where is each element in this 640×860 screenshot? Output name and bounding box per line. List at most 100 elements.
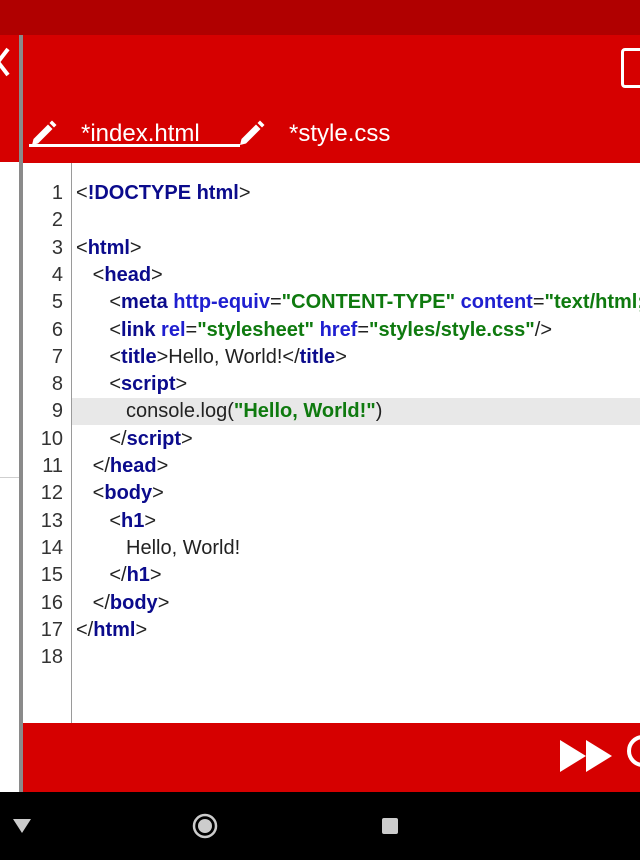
code-token: > [238, 182, 251, 204]
code-token: "styles/style.css" [369, 318, 535, 341]
code-token: "text/html; charset=UTF-8" [544, 291, 640, 314]
line-number: 7 [51, 345, 63, 368]
code-token: script [126, 427, 182, 450]
code-token: Hello, World! [76, 536, 241, 559]
code-text: <h1> [76, 508, 156, 535]
code-text: <link rel="stylesheet" href="styles/styl… [76, 317, 552, 344]
code-token: > [156, 455, 169, 477]
tab-index-html[interactable]: *index.html [29, 105, 240, 163]
line-number: 8 [51, 373, 63, 396]
line-number: 17 [40, 618, 63, 641]
code-line[interactable]: 12 <body> [23, 480, 640, 507]
bottom-toolbar [23, 723, 640, 792]
code-token: </ [76, 564, 127, 587]
code-line[interactable]: 18 [23, 644, 640, 671]
code-token: html [87, 236, 130, 259]
code-token: href [319, 318, 358, 341]
line-number: 15 [40, 564, 63, 587]
code-token: content [460, 291, 533, 314]
code-line[interactable]: 6 <link rel="stylesheet" href="styles/st… [23, 317, 640, 344]
code-token: http-equiv [173, 291, 270, 314]
code-line[interactable]: 15 </h1> [23, 562, 640, 589]
code-token: >Hello, World!</ [156, 345, 300, 368]
chevron-left-icon[interactable] [0, 45, 12, 79]
code-line[interactable]: 3 <html> [23, 235, 640, 262]
circle-icon[interactable] [627, 735, 640, 767]
code-line[interactable]: 10 </script> [23, 426, 640, 453]
code-line[interactable]: 11 </head> [23, 453, 640, 480]
line-number: 3 [51, 236, 63, 259]
code-token: "Hello, World!" [233, 400, 376, 423]
code-token: title [299, 345, 336, 368]
code-token: = [532, 291, 545, 314]
code-token: > [335, 345, 347, 368]
code-token: > [149, 564, 162, 587]
code-token: /> [534, 318, 553, 341]
home-button[interactable] [185, 792, 225, 860]
line-number: 4 [51, 263, 63, 286]
code-line[interactable]: 17 </html> [23, 617, 640, 644]
code-editor[interactable]: 1 <!DOCTYPE html> 2 3 <html> 4 <head> 5 <meta … [23, 163, 640, 723]
drawer-divider [0, 477, 20, 478]
left-drawer[interactable] [0, 35, 20, 792]
code-token: </ [76, 455, 110, 477]
code-text: <meta http-equiv="CONTENT-TYPE" content=… [76, 289, 640, 316]
code-token: </ [76, 618, 94, 641]
code-token: = [269, 291, 282, 314]
code-line[interactable]: 13 <h1> [23, 508, 640, 535]
line-number: 16 [40, 591, 63, 614]
code-line[interactable]: 1 <!DOCTYPE html> [23, 180, 640, 207]
code-token: script [121, 373, 176, 396]
tab-style-css[interactable]: *style.css [237, 105, 390, 163]
code-line[interactable]: 5 <meta http-equiv="CONTENT-TYPE" conten… [23, 289, 640, 316]
code-line[interactable]: 9 console.log("Hello, World!") [23, 398, 640, 425]
code-token: > [181, 427, 193, 450]
code-token: body [109, 591, 158, 614]
code-token: = [357, 318, 370, 341]
code-token: console.log( [76, 400, 234, 423]
menu-icon[interactable] [621, 48, 640, 88]
line-number: 9 [51, 400, 63, 423]
line-number: 11 [42, 455, 63, 477]
code-line[interactable]: 14 Hello, World! [23, 535, 640, 562]
line-number: 5 [51, 291, 63, 314]
code-token: html [93, 618, 136, 641]
fast-forward-icon[interactable] [560, 738, 614, 774]
active-tab-indicator [29, 144, 240, 147]
code-token: < [76, 373, 122, 396]
code-token: !DOCTYPE html [87, 182, 239, 204]
code-line[interactable]: 16 </body> [23, 590, 640, 617]
code-token: body [104, 482, 153, 505]
line-number: 18 [40, 646, 63, 669]
code-token: < [76, 345, 122, 368]
pencil-icon [240, 120, 265, 145]
back-button[interactable] [2, 792, 42, 860]
code-text: </html> [76, 617, 147, 644]
code-token: > [144, 509, 157, 532]
code-text: <!DOCTYPE html> [76, 180, 251, 207]
code-line[interactable]: 4 <head> [23, 262, 640, 289]
line-number: 14 [40, 536, 63, 559]
recents-button[interactable] [370, 792, 410, 860]
code-token: > [135, 618, 148, 641]
code-text: <head> [76, 262, 163, 289]
code-token: > [175, 373, 188, 396]
code-line[interactable]: 7 <title>Hello, World!</title> [23, 344, 640, 371]
recents-square-icon [382, 818, 398, 834]
code-token: > [129, 236, 142, 259]
code-line[interactable]: 2 [23, 207, 640, 234]
code-token: </ [76, 427, 127, 450]
code-token: > [151, 263, 163, 286]
code-token: ) [375, 400, 383, 423]
code-token: "CONTENT-TYPE" [281, 291, 456, 314]
code-line[interactable]: 8 <script> [23, 371, 640, 398]
code-text: <html> [76, 235, 142, 262]
code-token: < [76, 318, 122, 341]
code-text: </body> [76, 590, 170, 617]
code-token: title [121, 345, 157, 368]
code-token: "stylesheet" [197, 318, 314, 341]
code-token: < [76, 236, 88, 259]
code-text: </head> [76, 453, 169, 480]
code-text: Hello, World! [76, 535, 240, 562]
line-number: 6 [51, 318, 63, 341]
